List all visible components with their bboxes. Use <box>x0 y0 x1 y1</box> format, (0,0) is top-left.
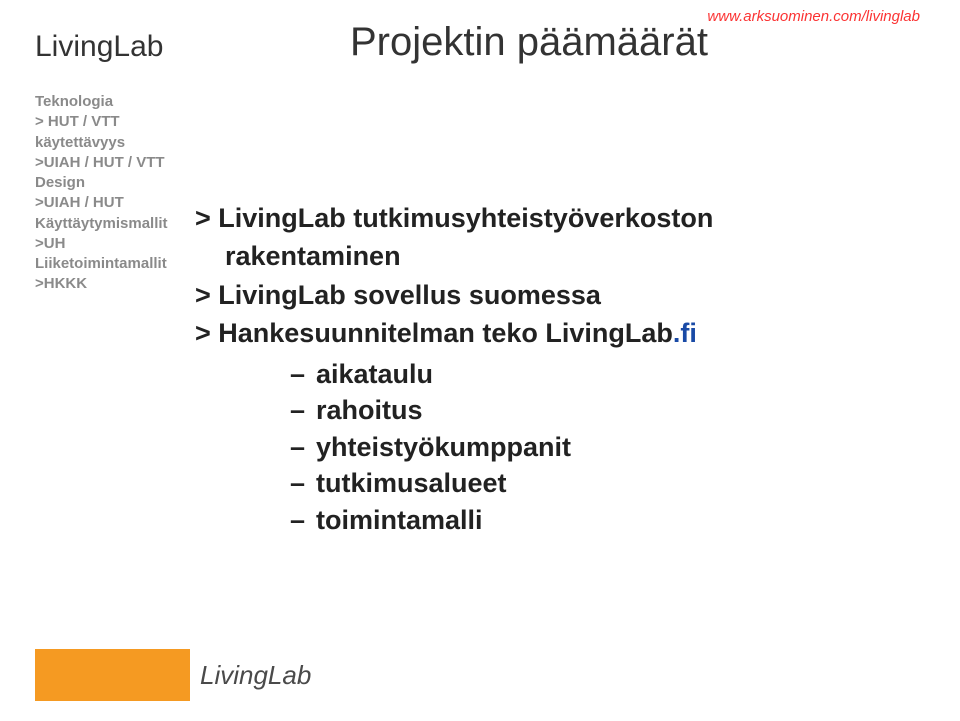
sub-item: –aikataulu <box>290 356 915 392</box>
bullet-line: > Hankesuunnitelman teko LivingLab.fi <box>195 315 915 351</box>
dash-icon: – <box>290 392 304 428</box>
header-url: www.arksuominen.com/livinglab <box>707 8 920 25</box>
sidebar-item: Käyttäytymismallit <box>35 214 215 234</box>
sidebar-item: >UH <box>35 234 215 254</box>
sub-item-label: aikataulu <box>316 356 433 392</box>
bullet-line-suffix-link: .fi <box>673 318 697 348</box>
slide-heading: Projektin päämäärät <box>350 20 708 65</box>
sidebar-item: > HUT / VTT <box>35 112 215 132</box>
dash-icon: – <box>290 429 304 465</box>
sidebar-item: Design <box>35 173 215 193</box>
footer-title: LivingLab <box>200 660 311 691</box>
dash-icon: – <box>290 356 304 392</box>
sidebar-item: >UIAH / HUT <box>35 193 215 213</box>
bullet-line-cont: rakentaminen <box>195 238 915 274</box>
main-content: > LivingLab tutkimusyhteistyöverkoston r… <box>195 200 915 538</box>
bullet-line-prefix: > Hankesuunnitelman teko LivingLab <box>195 318 673 348</box>
dash-icon: – <box>290 502 304 538</box>
sidebar-item: Liiketoimintamallit <box>35 254 215 274</box>
sidebar-item: Teknologia <box>35 92 215 112</box>
sub-item-label: rahoitus <box>316 392 423 428</box>
orange-accent-block <box>35 649 190 701</box>
sidebar-item: >UIAH / HUT / VTT <box>35 153 215 173</box>
sub-item-label: tutkimusalueet <box>316 465 507 501</box>
bullet-line: > LivingLab sovellus suomessa <box>195 277 915 313</box>
sub-item-label: toimintamalli <box>316 502 483 538</box>
sidebar: Teknologia > HUT / VTT käytettävyys >UIA… <box>35 92 215 295</box>
sub-list: –aikataulu –rahoitus –yhteistyökumppanit… <box>195 356 915 538</box>
sidebar-item: käytettävyys <box>35 133 215 153</box>
sub-item: –tutkimusalueet <box>290 465 915 501</box>
bullet-line: > LivingLab tutkimusyhteistyöverkoston <box>195 200 915 236</box>
top-title: LivingLab <box>35 30 163 64</box>
sidebar-item: >HKKK <box>35 274 215 294</box>
sub-item-label: yhteistyökumppanit <box>316 429 571 465</box>
sub-item: –toimintamalli <box>290 502 915 538</box>
sub-item: –yhteistyökumppanit <box>290 429 915 465</box>
sub-item: –rahoitus <box>290 392 915 428</box>
dash-icon: – <box>290 465 304 501</box>
slide: www.arksuominen.com/livinglab LivingLab … <box>0 0 960 721</box>
